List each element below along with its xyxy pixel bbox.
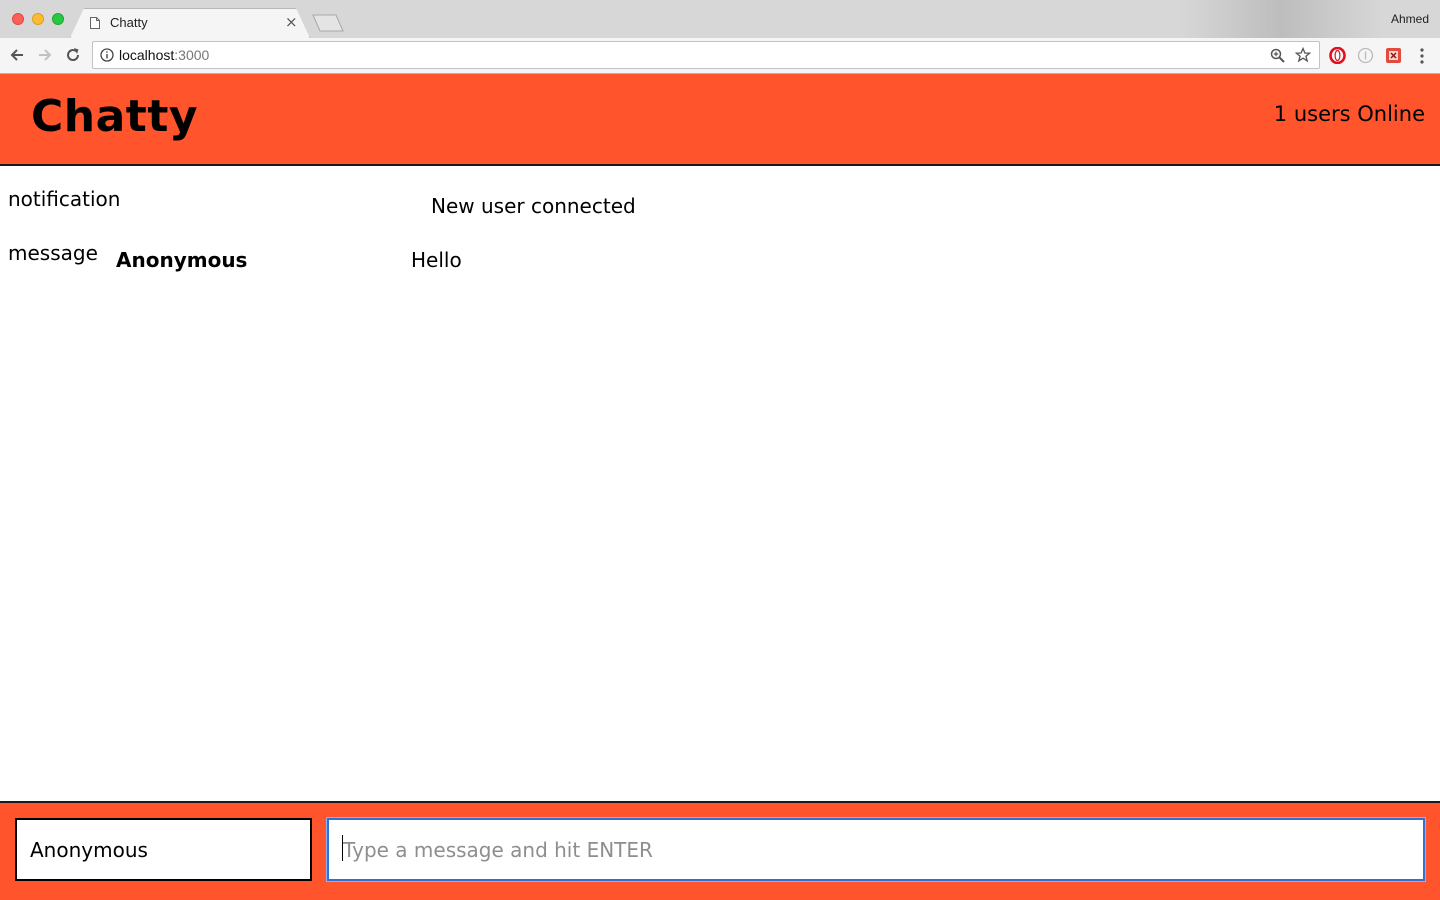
message-type-label: notification <box>8 187 121 211</box>
url-host: localhost <box>119 47 175 63</box>
online-users-count: 1 users Online <box>1273 102 1425 126</box>
url-text[interactable]: localhost:3000 <box>119 47 209 63</box>
chatbar <box>0 801 1440 900</box>
message-input[interactable] <box>327 818 1425 881</box>
tab-title: Chatty <box>110 15 148 30</box>
message-type-label: message <box>8 241 98 265</box>
new-tab-button[interactable] <box>312 14 344 32</box>
opera-icon[interactable] <box>1329 47 1346 64</box>
window-minimize-button[interactable] <box>32 13 44 25</box>
profile-name[interactable]: Ahmed <box>1391 12 1429 26</box>
info-icon[interactable] <box>100 48 114 62</box>
star-icon[interactable] <box>1295 47 1311 63</box>
browser-chrome: Chatty × Ahmed localhost:3000 <box>0 0 1440 74</box>
navbar-brand[interactable]: Chatty <box>31 91 198 142</box>
menu-icon[interactable] <box>1414 47 1430 65</box>
url-port: :3000 <box>174 47 210 63</box>
window-close-button[interactable] <box>12 13 24 25</box>
reload-icon[interactable] <box>64 46 82 64</box>
zoom-icon[interactable] <box>1270 48 1285 63</box>
text-cursor <box>342 835 343 861</box>
navbar: Chatty 1 users Online <box>0 74 1440 166</box>
window-maximize-button[interactable] <box>52 13 64 25</box>
notification-content: New user connected <box>431 194 636 218</box>
address-bar[interactable]: localhost:3000 <box>92 41 1320 69</box>
username-input[interactable] <box>15 818 312 881</box>
message-list: notification New user connected message … <box>0 166 1440 801</box>
message-content: Hello <box>411 248 462 272</box>
back-arrow-icon[interactable] <box>8 46 26 64</box>
browser-tab-content[interactable]: Chatty × <box>84 8 308 38</box>
browser-toolbar: localhost:3000 <box>0 38 1440 74</box>
forward-arrow-icon[interactable] <box>36 46 54 64</box>
extension-icon[interactable] <box>1357 47 1374 64</box>
message-username: Anonymous <box>116 248 248 272</box>
message-row: message Anonymous Hello <box>0 241 1440 281</box>
extension-icon[interactable] <box>1385 47 1402 64</box>
page-icon <box>90 17 100 29</box>
tab-close-icon[interactable]: × <box>285 13 298 31</box>
notification-row: notification New user connected <box>0 186 1440 226</box>
